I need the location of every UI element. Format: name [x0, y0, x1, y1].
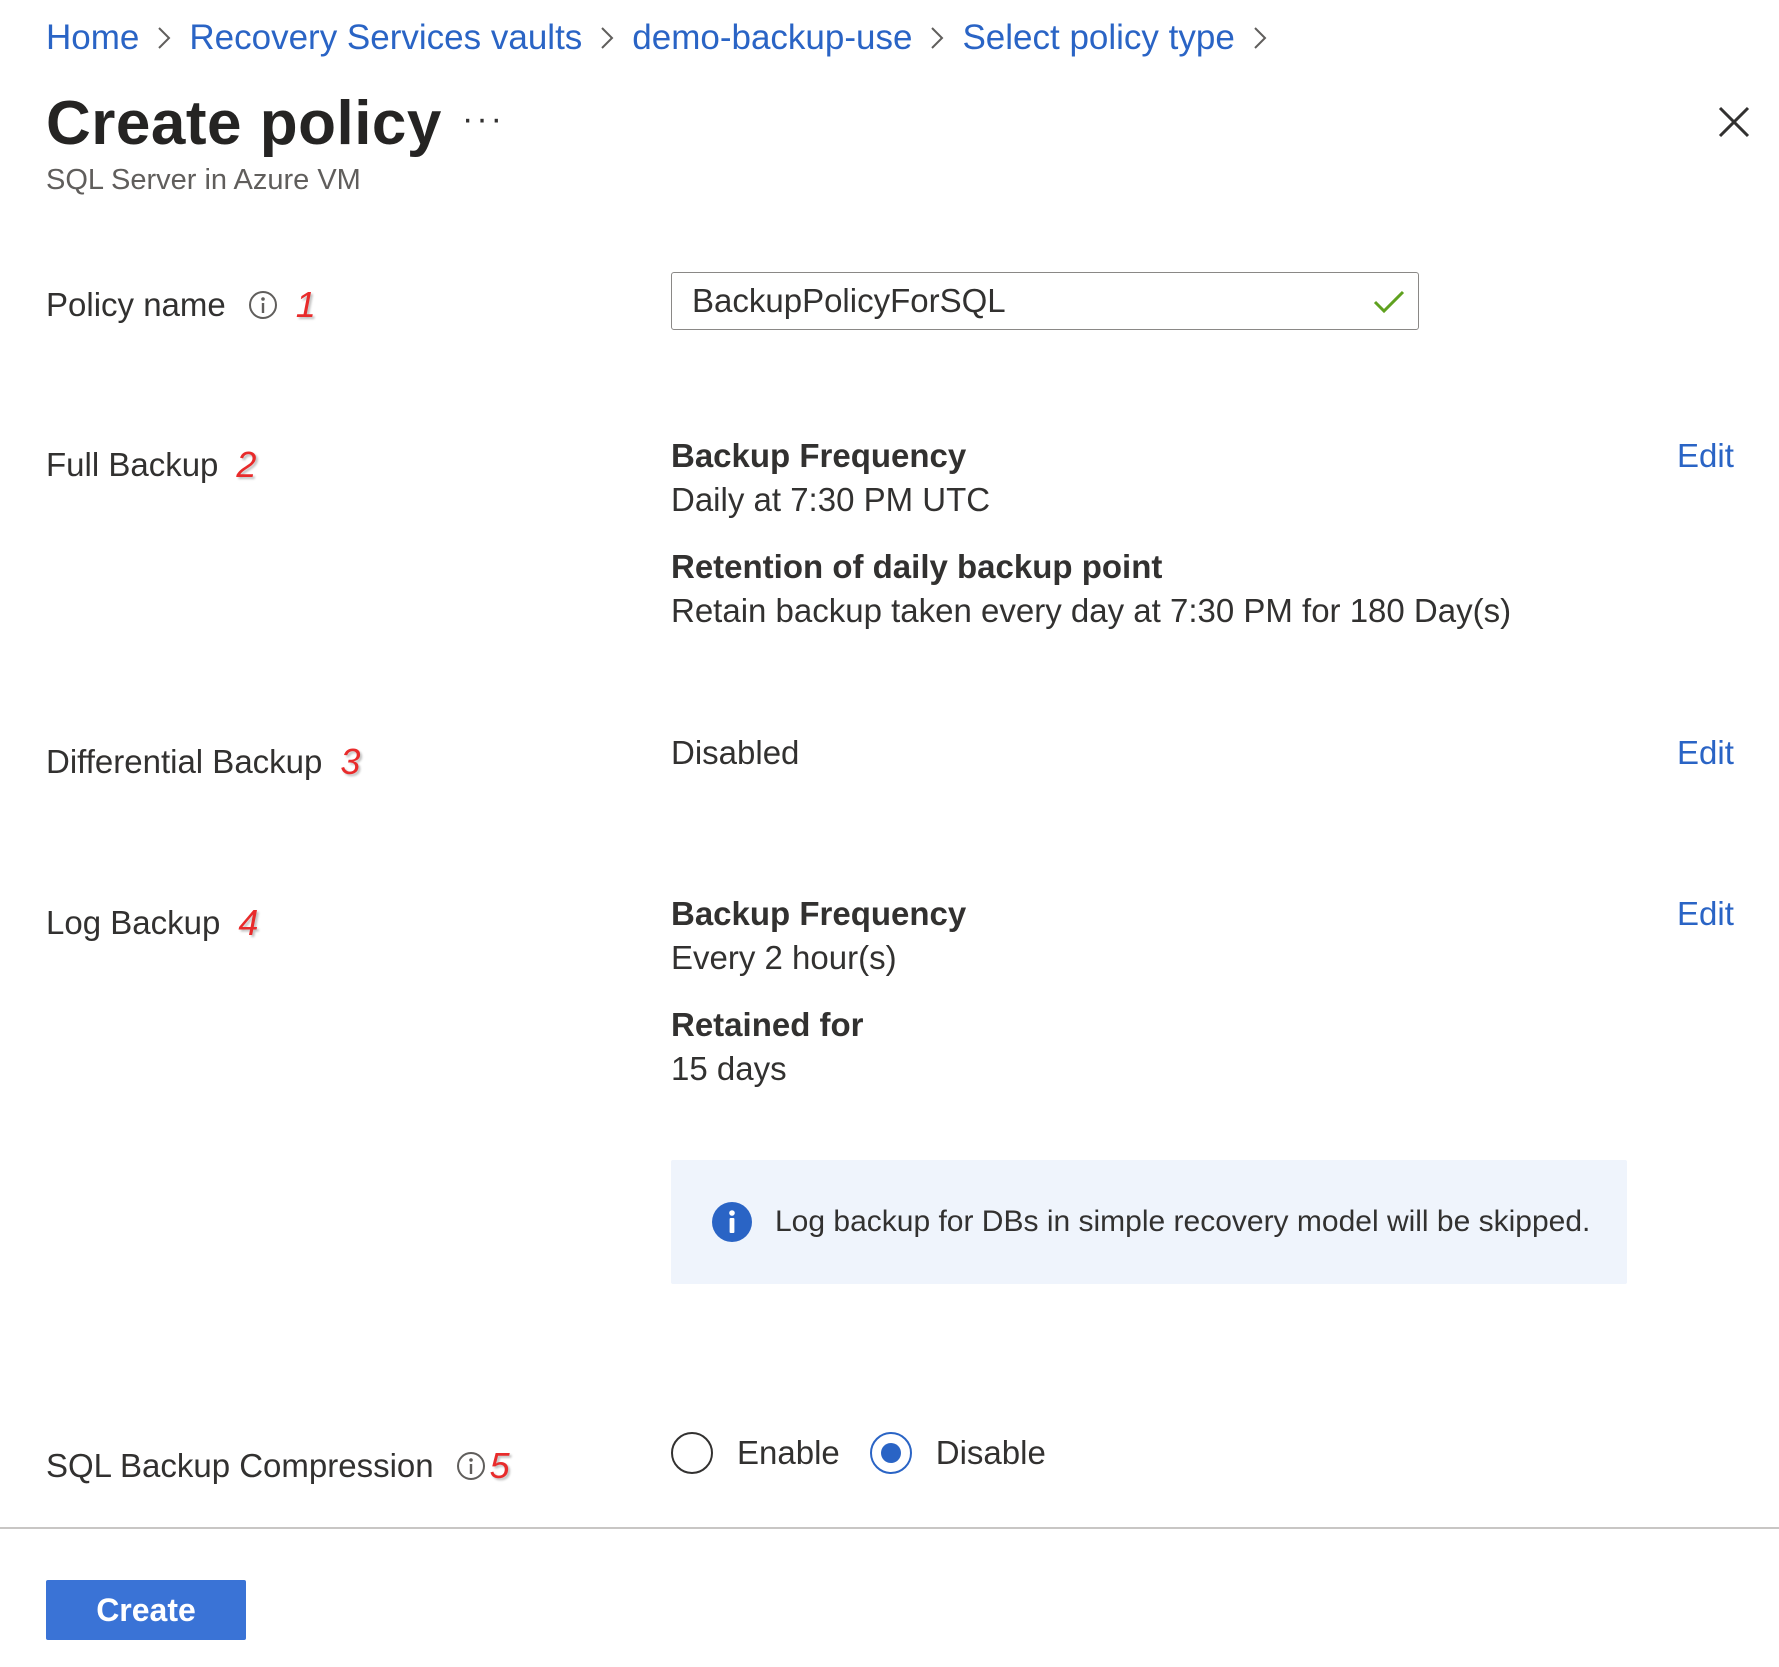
log-backup-label: Log Backup [46, 904, 221, 941]
annotation-marker-1: 1 [295, 284, 316, 325]
more-options-button[interactable]: ··· [462, 100, 505, 139]
page-subtitle: SQL Server in Azure VM [46, 164, 361, 196]
compression-label: SQL Backup Compression [46, 1447, 434, 1484]
compression-enable-radio[interactable]: Enable [671, 1432, 840, 1474]
info-icon[interactable] [248, 290, 278, 320]
annotation-marker-4: 4 [238, 902, 259, 943]
compression-radio-group: Enable Disable [671, 1432, 1076, 1474]
checkmark-icon [1373, 290, 1405, 314]
policy-name-input[interactable] [692, 273, 1332, 329]
log-backup-row-label: Log Backup 4 [46, 902, 258, 944]
policy-name-field[interactable] [671, 272, 1419, 330]
compression-disable-label: Disable [935, 1434, 1046, 1471]
differential-backup-status: Disabled [671, 734, 800, 771]
breadcrumb: Home Recovery Services vaults demo-backu… [46, 18, 1285, 58]
info-banner: Log backup for DBs in simple recovery mo… [671, 1160, 1627, 1284]
full-backup-frequency-heading: Backup Frequency [671, 437, 967, 474]
differential-backup-row-label: Differential Backup 3 [46, 741, 360, 783]
page-title: Create policy [46, 89, 442, 158]
close-button[interactable] [1712, 100, 1756, 144]
policy-name-row-label: Policy name 1 [46, 284, 316, 326]
radio-checked-icon [869, 1432, 912, 1474]
create-button[interactable]: Create [46, 1580, 246, 1640]
full-backup-retention-heading: Retention of daily backup point [671, 548, 1163, 585]
log-backup-frequency-value: Every 2 hour(s) [671, 939, 897, 976]
annotation-marker-3: 3 [340, 741, 361, 782]
full-backup-retention-value: Retain backup taken every day at 7:30 PM… [671, 592, 1512, 629]
log-backup-retained-heading: Retained for [671, 1006, 864, 1043]
full-backup-row-label: Full Backup 2 [46, 444, 256, 486]
info-banner-text: Log backup for DBs in simple recovery mo… [775, 1205, 1591, 1238]
annotation-marker-5: 5 [489, 1445, 510, 1486]
log-backup-frequency-heading: Backup Frequency [671, 895, 967, 932]
chevron-right-icon [912, 26, 962, 50]
breadcrumb-vault[interactable]: demo-backup-use [632, 18, 912, 58]
radio-unchecked-icon [671, 1432, 713, 1474]
differential-backup-label: Differential Backup [46, 743, 323, 780]
chevron-right-icon [582, 26, 632, 50]
chevron-right-icon [139, 26, 189, 50]
full-backup-frequency-value: Daily at 7:30 PM UTC [671, 481, 991, 518]
full-backup-edit-link[interactable]: Edit [1677, 437, 1734, 475]
annotation-marker-2: 2 [236, 444, 257, 485]
log-backup-retained-value: 15 days [671, 1050, 787, 1087]
full-backup-label: Full Backup [46, 446, 219, 483]
compression-enable-label: Enable [737, 1434, 840, 1471]
info-filled-icon [712, 1202, 752, 1242]
compression-row-label: SQL Backup Compression 5 [46, 1445, 510, 1487]
log-backup-edit-link[interactable]: Edit [1677, 895, 1734, 933]
differential-backup-edit-link[interactable]: Edit [1677, 734, 1734, 772]
breadcrumb-home[interactable]: Home [46, 18, 139, 58]
chevron-right-icon [1235, 26, 1285, 50]
compression-disable-radio[interactable]: Disable [869, 1432, 1046, 1474]
footer-divider [0, 1527, 1779, 1529]
breadcrumb-select-policy-type[interactable]: Select policy type [962, 18, 1234, 58]
breadcrumb-recovery-services-vaults[interactable]: Recovery Services vaults [189, 18, 582, 58]
info-icon[interactable] [456, 1451, 486, 1481]
policy-name-label: Policy name [46, 286, 226, 323]
close-icon [1718, 106, 1750, 138]
